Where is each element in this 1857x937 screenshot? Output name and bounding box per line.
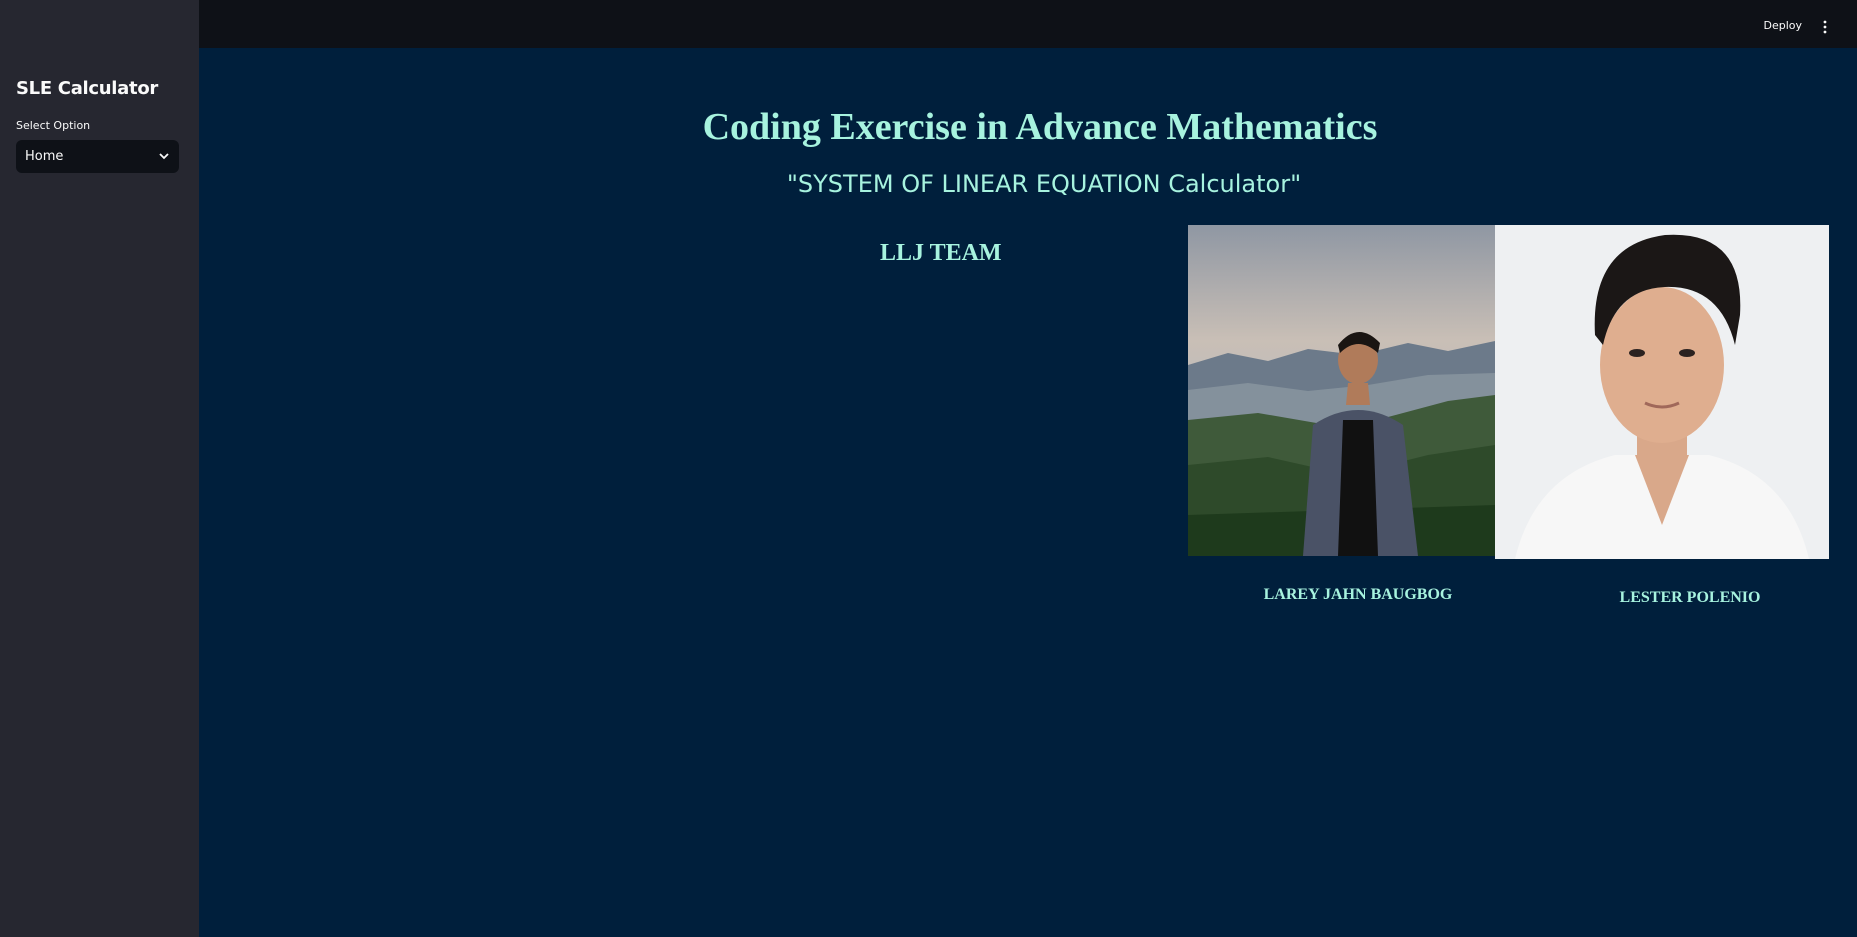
team-heading: LLJ TEAM: [880, 240, 1002, 266]
page-subtitle: "SYSTEM OF LINEAR EQUATION Calculator": [786, 170, 1302, 198]
sidebar-title: SLE Calculator: [16, 78, 158, 99]
select-option-value: Home: [25, 149, 64, 164]
select-option-dropdown[interactable]: Home: [16, 140, 179, 173]
top-toolbar: Deploy: [199, 0, 1857, 48]
deploy-button[interactable]: Deploy: [1763, 19, 1802, 32]
chevron-down-icon: [159, 153, 169, 160]
member-photo-larey: [1188, 225, 1495, 556]
main-menu-icon[interactable]: [1821, 19, 1829, 34]
member-name-larey: LAREY JAHN BAUGBOG: [1263, 586, 1453, 603]
member-photo-lester: [1495, 225, 1829, 559]
member-name-lester: LESTER POLENIO: [1619, 589, 1761, 606]
select-option-label: Select Option: [16, 119, 91, 132]
page-title: Coding Exercise in Advance Mathematics: [702, 106, 1378, 148]
sidebar: SLE Calculator Select Option Home: [0, 0, 199, 937]
